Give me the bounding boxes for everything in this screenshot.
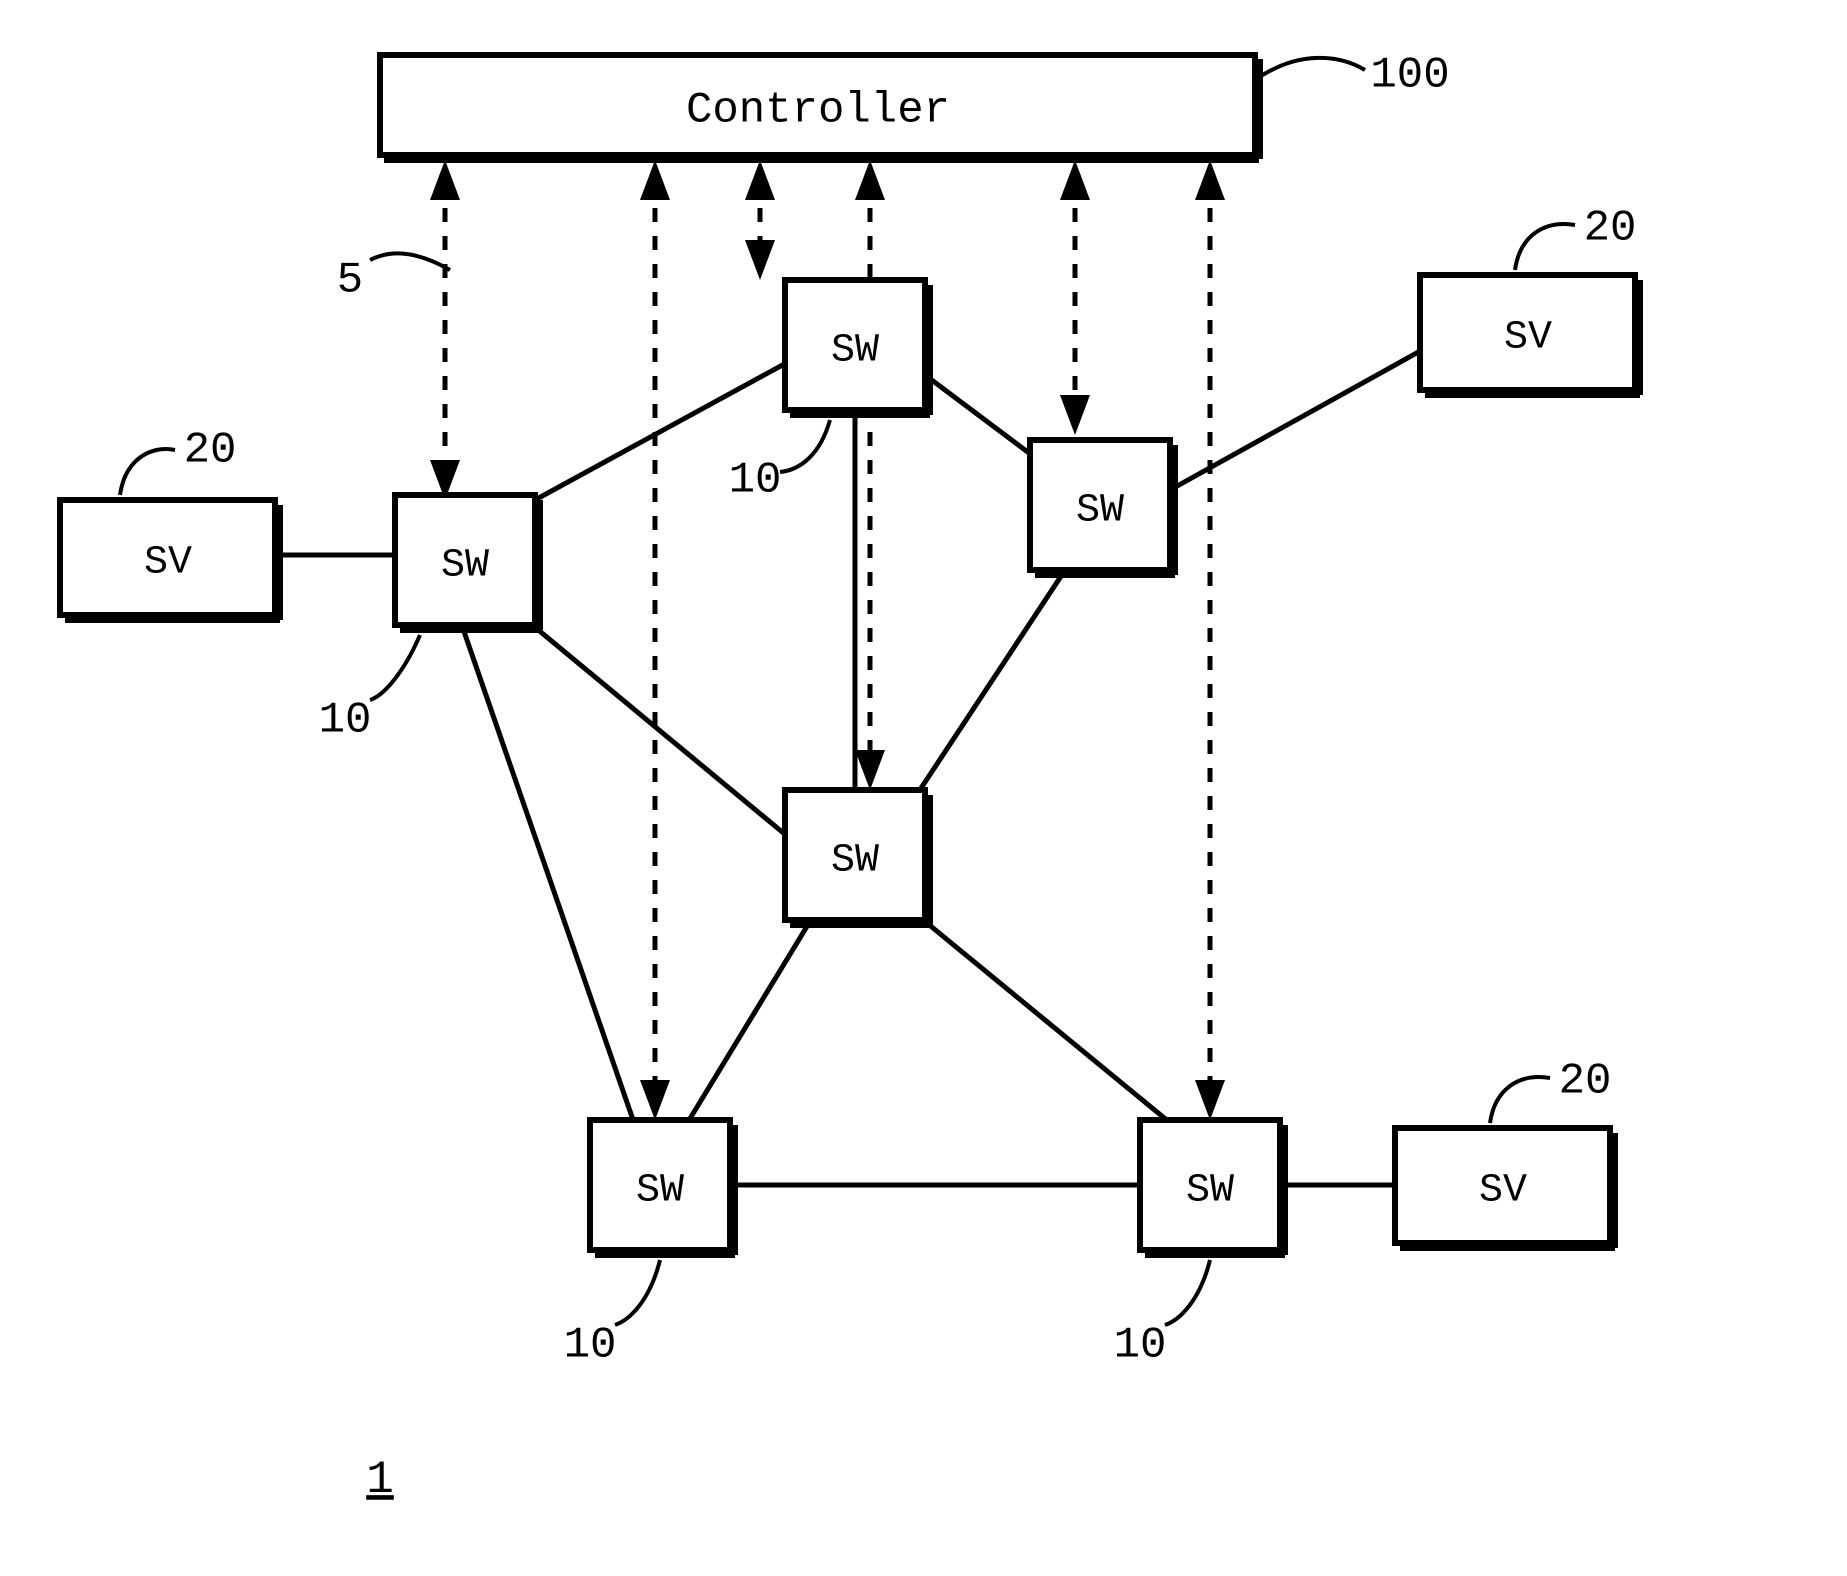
sw-bottom-left: SW [590,1120,738,1258]
controller-label: Controller [686,86,950,136]
sv-label: SV [1479,1169,1527,1214]
figure-number: 1 [366,1454,394,1506]
ref-sw: 10 [319,696,372,746]
sw-label: SW [1076,489,1124,534]
ref-sv: 20 [1584,204,1637,254]
sv-label: SV [1504,316,1552,361]
ref-sw: 10 [729,456,782,506]
sw-label: SW [636,1169,684,1214]
sw-top: SW [785,280,933,418]
ref-sw: 10 [1114,1321,1167,1371]
reference-labels: 100 5 20 20 20 10 10 10 10 1 [120,51,1636,1507]
controller-block: Controller [380,55,1263,163]
ref-controller: 100 [1370,51,1449,101]
sw-right-upper: SW [1030,440,1178,578]
network-diagram: Controller SW SW SW SW SW [0,0,1847,1576]
sv-top-right: SV [1420,275,1643,398]
ref-sv: 20 [1559,1057,1612,1107]
sw-bottom-right: SW [1140,1120,1288,1258]
ref-control-link: 5 [337,256,363,306]
sw-center: SW [785,790,933,928]
sw-left: SW [395,495,543,633]
ref-sw: 10 [564,1321,617,1371]
sw-label: SW [831,839,879,884]
sv-label: SV [144,541,192,586]
sv-left: SV [60,500,283,623]
sw-label: SW [831,329,879,374]
sw-label: SW [441,544,489,589]
sv-bottom-right: SV [1395,1128,1618,1251]
ref-sv: 20 [184,426,237,476]
sw-label: SW [1186,1169,1234,1214]
